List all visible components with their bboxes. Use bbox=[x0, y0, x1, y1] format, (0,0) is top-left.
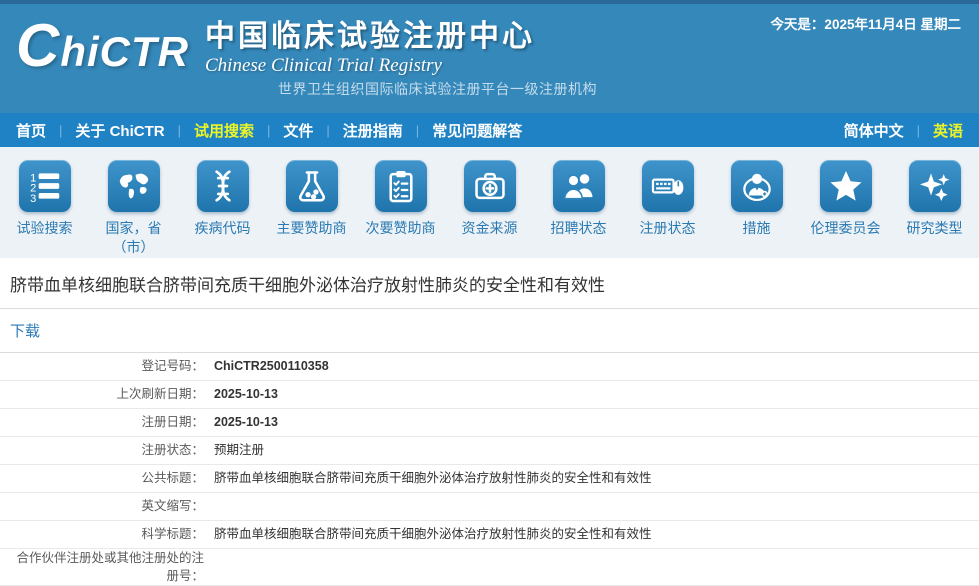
nav-separator: | bbox=[178, 123, 181, 138]
language-switcher: 简体中文 | 英语 bbox=[844, 120, 963, 141]
iconbar-item-trial-search[interactable]: 123 试验搜索 bbox=[0, 147, 89, 258]
row-label: 公共标题： bbox=[8, 469, 204, 487]
nav-separator: | bbox=[416, 123, 419, 138]
table-row: 公共标题：脐带血单核细胞联合脐带间充质干细胞外泌体治疗放射性肺炎的安全性和有效性 bbox=[0, 465, 979, 493]
row-value: 预期注册 bbox=[204, 441, 979, 459]
nav-separator: | bbox=[326, 123, 329, 138]
nav-item-faq[interactable]: 常见问题解答 bbox=[432, 120, 522, 141]
iconbar-item-primary-sponsor[interactable]: 主要赞助商 bbox=[267, 147, 356, 258]
row-value: 2025-10-13 bbox=[204, 385, 979, 403]
iconbar-item-study-type[interactable]: 研究类型 bbox=[890, 147, 979, 258]
today-date-label: 今天是：2025年11月4日 星期二 bbox=[770, 13, 961, 33]
table-row: 合作伙伴注册处或其他注册处的注册号： bbox=[0, 549, 979, 586]
nav-item-home[interactable]: 首页 bbox=[16, 120, 46, 141]
site-title-english: Chinese Clinical Trial Registry bbox=[205, 55, 535, 77]
iconbar-item-label: 国家，省（市） bbox=[103, 219, 165, 257]
row-value: ChiCTR2500110358 bbox=[204, 357, 979, 375]
iconbar-item-label: 招聘状态 bbox=[551, 219, 607, 238]
iconbar-item-label: 措施 bbox=[743, 219, 771, 238]
row-value: 脐带血单核细胞联合脐带间充质干细胞外泌体治疗放射性肺炎的安全性和有效性 bbox=[204, 525, 979, 543]
row-label: 科学标题： bbox=[8, 525, 204, 543]
people-icon bbox=[553, 160, 605, 212]
row-label: 注册日期： bbox=[8, 413, 204, 431]
iconbar-item-label: 疾病代码 bbox=[195, 219, 251, 238]
iconbar-item-country-province[interactable]: 国家，省（市） bbox=[89, 147, 178, 258]
trial-table: 登记号码：ChiCTR2500110358上次刷新日期：2025-10-13注册… bbox=[0, 353, 979, 586]
table-row: 注册状态：预期注册 bbox=[0, 437, 979, 465]
nav-separator: | bbox=[59, 123, 62, 138]
table-row: 英文缩写： bbox=[0, 493, 979, 521]
download-link[interactable]: 下载 bbox=[10, 323, 40, 340]
iconbar-item-label: 研究类型 bbox=[907, 219, 963, 238]
numbered-list-icon: 123 bbox=[19, 160, 71, 212]
nav-separator: | bbox=[917, 123, 920, 138]
nav-item-about-chictr[interactable]: 关于 ChiCTR bbox=[75, 120, 164, 141]
nav-item-documents[interactable]: 文件 bbox=[283, 120, 313, 141]
lang-simplified-chinese[interactable]: 简体中文 bbox=[844, 120, 904, 141]
table-row: 科学标题：脐带血单核细胞联合脐带间充质干细胞外泌体治疗放射性肺炎的安全性和有效性 bbox=[0, 521, 979, 549]
content: 脐带血单核细胞联合脐带间充质干细胞外泌体治疗放射性肺炎的安全性和有效性 下载 登… bbox=[0, 258, 979, 586]
row-label: 注册状态： bbox=[8, 441, 204, 459]
row-label: 合作伙伴注册处或其他注册处的注册号： bbox=[8, 549, 204, 585]
svg-text:3: 3 bbox=[30, 193, 36, 205]
iconbar-item-label: 次要赞助商 bbox=[366, 219, 436, 238]
table-row: 注册日期：2025-10-13 bbox=[0, 409, 979, 437]
site-titles: 中国临床试验注册中心 Chinese Clinical Trial Regist… bbox=[205, 17, 535, 77]
row-label: 英文缩写： bbox=[8, 497, 204, 515]
world-map-icon bbox=[108, 160, 160, 212]
iconbar-item-ethics-committee[interactable]: 伦理委员会 bbox=[801, 147, 890, 258]
header: 今天是：2025年11月4日 星期二 ChiCTR 中国临床试验注册中心 Chi… bbox=[0, 0, 979, 113]
iconbar: 123 试验搜索 国家，省（市） 疾病代码 主要赞助商次要赞助商 资金来源 招聘状态 注册状态… bbox=[0, 147, 979, 258]
iconbar-item-interventions[interactable]: 措施 bbox=[712, 147, 801, 258]
lang-english[interactable]: 英语 bbox=[933, 120, 963, 141]
table-row: 上次刷新日期：2025-10-13 bbox=[0, 381, 979, 409]
iconbar-item-label: 注册状态 bbox=[640, 219, 696, 238]
first-aid-kit-icon bbox=[464, 160, 516, 212]
navbar: 首页 | 关于 ChiCTR | 试用搜索 | 文件 | 注册指南 | 常见问题解答 简体中文 | 英语 bbox=[0, 113, 979, 147]
download-row: 下载 bbox=[0, 309, 979, 353]
row-label: 登记号码： bbox=[8, 357, 204, 375]
clipboard-checklist-icon bbox=[375, 160, 427, 212]
iconbar-item-source-of-funding[interactable]: 资金来源 bbox=[445, 147, 534, 258]
iconbar-item-recruiting-status[interactable]: 招聘状态 bbox=[534, 147, 623, 258]
row-value: 脐带血单核细胞联合脐带间充质干细胞外泌体治疗放射性肺炎的安全性和有效性 bbox=[204, 469, 979, 487]
iconbar-item-registration-status[interactable]: 注册状态 bbox=[623, 147, 712, 258]
iconbar-item-label: 伦理委员会 bbox=[811, 219, 881, 238]
nav-item-trial-search[interactable]: 试用搜索 bbox=[194, 120, 254, 141]
keyboard-mouse-icon bbox=[642, 160, 694, 212]
iconbar-item-label: 资金来源 bbox=[462, 219, 518, 238]
nav-items: 首页 | 关于 ChiCTR | 试用搜索 | 文件 | 注册指南 | 常见问题解答 bbox=[16, 120, 844, 141]
row-value: 2025-10-13 bbox=[204, 413, 979, 431]
dna-icon bbox=[197, 160, 249, 212]
star-icon bbox=[820, 160, 872, 212]
nav-separator: | bbox=[267, 123, 270, 138]
row-label: 上次刷新日期： bbox=[8, 385, 204, 403]
who-registry-subtitle: 世界卫生组织国际临床试验注册平台一级注册机构 bbox=[278, 79, 597, 99]
chictr-logo[interactable]: ChiCTR bbox=[16, 17, 189, 81]
iconbar-item-label: 主要赞助商 bbox=[277, 219, 347, 238]
doctor-icon bbox=[731, 160, 783, 212]
trial-title: 脐带血单核细胞联合脐带间充质干细胞外泌体治疗放射性肺炎的安全性和有效性 bbox=[0, 258, 979, 309]
iconbar-item-label: 试验搜索 bbox=[17, 219, 73, 238]
flask-icon bbox=[286, 160, 338, 212]
site-title-chinese: 中国临床试验注册中心 bbox=[205, 19, 535, 55]
iconbar-item-secondary-sponsor[interactable]: 次要赞助商 bbox=[356, 147, 445, 258]
table-row: 登记号码：ChiCTR2500110358 bbox=[0, 353, 979, 381]
sparkles-icon bbox=[909, 160, 961, 212]
nav-item-registration-guide[interactable]: 注册指南 bbox=[343, 120, 403, 141]
iconbar-item-disease-code[interactable]: 疾病代码 bbox=[178, 147, 267, 258]
